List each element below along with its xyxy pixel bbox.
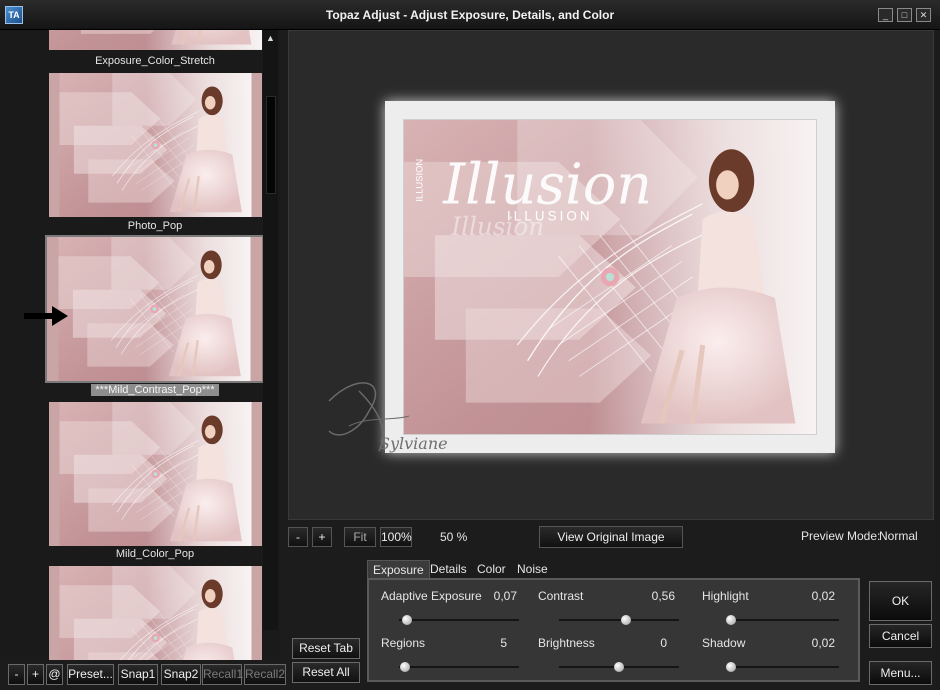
preset-thumbnail-mild-contrast-pop[interactable]	[45, 235, 264, 383]
fit-button[interactable]: Fit	[344, 527, 376, 547]
snap2-button[interactable]: Snap2	[161, 664, 201, 685]
thumbnail-image	[58, 73, 253, 217]
preset-button[interactable]: Preset...	[67, 664, 114, 685]
zoom-out-button[interactable]: -	[288, 527, 308, 547]
view-original-button[interactable]: View Original Image	[539, 526, 683, 548]
preset-name-mild-color-pop[interactable]: Mild_Color_Pop	[45, 548, 265, 560]
contrast-knob[interactable]	[621, 615, 632, 625]
zoom-in-button[interactable]: +	[312, 527, 332, 547]
shadow-label: Shadow	[702, 636, 746, 650]
ok-button[interactable]: OK	[869, 581, 932, 621]
adaptive-exposure-knob[interactable]	[402, 615, 413, 625]
highlight-value: 0,02	[811, 589, 835, 603]
preview-image: Illusion ILLUSION Illusion ILLUSION	[403, 119, 817, 435]
regions-knob[interactable]	[400, 662, 410, 672]
maximize-button[interactable]: □	[897, 8, 912, 22]
preset-thumbnail-photo-pop[interactable]	[49, 73, 262, 217]
adaptive-exposure-value: 0,07	[493, 589, 517, 603]
cancel-button[interactable]: Cancel	[869, 624, 932, 648]
contrast-label: Contrast	[538, 589, 584, 603]
contrast-slider[interactable]	[559, 615, 679, 625]
preview-artwork: Illusion ILLUSION Illusion ILLUSION	[404, 120, 816, 434]
brightness-value: 0	[660, 636, 667, 650]
exposure-panel: Adaptive Exposure 0,07 Contrast 0,56 Hig…	[367, 578, 860, 682]
signature-watermark: Sylviane	[328, 382, 448, 453]
thumbnail-image	[58, 566, 253, 660]
scroll-thumb[interactable]	[266, 96, 276, 194]
arrow-right-icon	[24, 306, 68, 326]
reset-tab-button[interactable]: Reset Tab	[292, 638, 360, 659]
adaptive-exposure-slider[interactable]	[399, 615, 519, 625]
tab-color[interactable]: Color	[477, 560, 506, 578]
actual-size-button[interactable]: 100%	[380, 527, 412, 547]
brightness-label: Brightness	[538, 636, 595, 650]
tab-noise[interactable]: Noise	[517, 560, 548, 578]
scroll-up-icon[interactable]: ▲	[263, 30, 278, 46]
brightness-slider[interactable]	[559, 662, 679, 672]
thumbnail-image	[49, 30, 262, 50]
highlight-label: Highlight	[702, 589, 749, 603]
minimize-button[interactable]: _	[878, 8, 893, 22]
preset-thumbnail-next[interactable]	[49, 566, 262, 660]
snap1-button[interactable]: Snap1	[118, 664, 158, 685]
thumbnail-image	[58, 402, 253, 546]
recall2-button[interactable]: Recall2	[244, 664, 286, 685]
close-button[interactable]: ✕	[916, 8, 931, 22]
brightness-knob[interactable]	[614, 662, 624, 672]
adaptive-exposure-label: Adaptive Exposure	[381, 589, 482, 603]
tab-details[interactable]: Details	[430, 560, 467, 578]
artwork-watermark: Illusion	[450, 212, 544, 241]
zoom-level: 50 %	[440, 530, 468, 544]
highlight-knob[interactable]	[726, 615, 737, 625]
tab-exposure[interactable]: Exposure	[367, 560, 430, 578]
selected-preset-label: ***Mild_Contrast_Pop***	[91, 384, 219, 396]
recall1-button[interactable]: Recall1	[202, 664, 243, 685]
signature-text: Sylviane	[379, 434, 448, 453]
preset-name-mild-contrast-pop[interactable]: ***Mild_Contrast_Pop***	[45, 384, 265, 396]
shadow-value: 0,02	[811, 636, 835, 650]
menu-button[interactable]: Menu...	[869, 661, 932, 685]
add-preset-button[interactable]: +	[27, 664, 44, 685]
title-bar: TA Topaz Adjust - Adjust Exposure, Detai…	[0, 0, 940, 30]
preset-list: Exposure_Color_Stretch Photo_Pop ***Mild…	[0, 30, 280, 660]
preview-mode-value[interactable]: Normal	[879, 529, 918, 543]
preset-thumbnail-exposure-color-stretch[interactable]	[49, 30, 262, 50]
preset-name-exposure-color-stretch[interactable]: Exposure_Color_Stretch	[45, 55, 265, 67]
thumbnail-image	[57, 237, 252, 381]
highlight-slider[interactable]	[726, 615, 839, 625]
regions-label: Regions	[381, 636, 426, 650]
shadow-knob[interactable]	[726, 662, 737, 672]
reset-all-button[interactable]: Reset All	[292, 662, 360, 683]
preview-mode-label: Preview Mode:	[801, 529, 881, 543]
regions-value: 5	[500, 636, 507, 650]
regions-slider[interactable]	[399, 662, 519, 672]
contrast-value: 0,56	[651, 589, 675, 603]
window-title: Topaz Adjust - Adjust Exposure, Details,…	[325, 8, 615, 22]
topaz-adjust-window: TA Topaz Adjust - Adjust Exposure, Detai…	[0, 0, 940, 690]
preset-name-photo-pop[interactable]: Photo_Pop	[45, 220, 265, 232]
preview-pane[interactable]: Illusion ILLUSION Illusion ILLUSION Sylv…	[288, 30, 934, 520]
remove-preset-button[interactable]: -	[8, 664, 25, 685]
app-icon: TA	[5, 6, 23, 24]
preset-scrollbar[interactable]: ▲	[263, 30, 278, 630]
shadow-slider[interactable]	[726, 662, 839, 672]
at-icon[interactable]: @	[46, 664, 63, 685]
artwork-vertical-text: ILLUSION	[415, 159, 425, 202]
preset-thumbnail-mild-color-pop[interactable]	[49, 402, 262, 546]
